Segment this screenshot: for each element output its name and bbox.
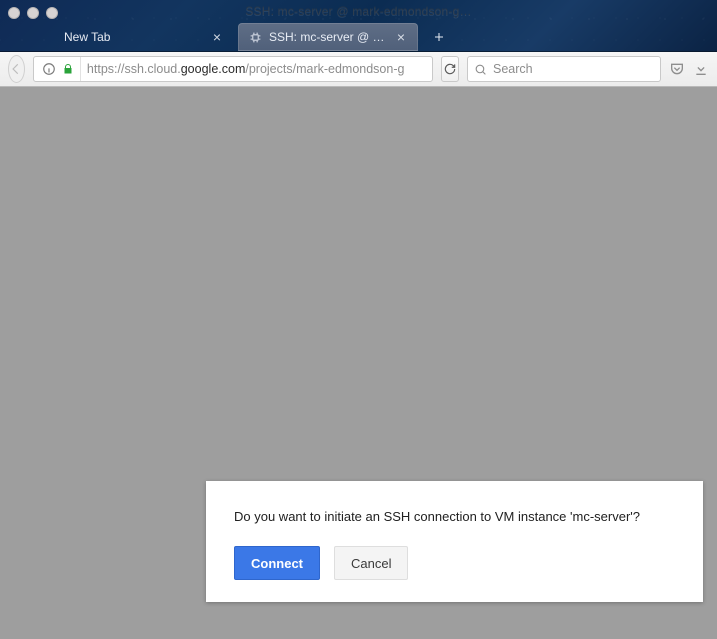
window-controls xyxy=(8,7,58,19)
search-bar[interactable] xyxy=(467,56,661,82)
address-bar[interactable]: https://ssh.cloud.google.com/projects/ma… xyxy=(33,56,433,82)
url-path: /projects/mark-edmondson-g xyxy=(245,62,404,76)
page-content: Do you want to initiate an SSH connectio… xyxy=(0,87,717,639)
tab-new-tab[interactable]: New Tab × xyxy=(54,23,234,51)
close-window-icon[interactable] xyxy=(8,7,20,19)
url-scheme: https:// xyxy=(87,62,125,76)
lock-icon xyxy=(62,63,74,75)
cancel-button[interactable]: Cancel xyxy=(334,546,408,580)
zoom-window-icon[interactable] xyxy=(46,7,58,19)
pocket-button[interactable] xyxy=(669,57,685,81)
close-tab-icon[interactable]: × xyxy=(394,30,408,44)
window-title: SSH: mc-server @ mark-edmondson-g… xyxy=(245,4,471,18)
url-subdomain: ssh.cloud. xyxy=(124,62,180,76)
titlebar: SSH: mc-server @ mark-edmondson-g… New T… xyxy=(0,0,717,52)
url-domain: google.com xyxy=(181,62,246,76)
back-button[interactable] xyxy=(8,55,25,83)
dialog-actions: Connect Cancel xyxy=(234,546,675,580)
tab-strip: New Tab × SSH: mc-server @ mark-ed… × xyxy=(54,21,452,51)
site-identity[interactable] xyxy=(38,57,81,81)
tab-ssh-mc-server[interactable]: SSH: mc-server @ mark-ed… × xyxy=(238,23,418,51)
ssh-connect-dialog: Do you want to initiate an SSH connectio… xyxy=(206,481,703,602)
url-text: https://ssh.cloud.google.com/projects/ma… xyxy=(81,62,405,76)
info-icon xyxy=(42,62,56,76)
tab-label: New Tab xyxy=(64,30,204,44)
downloads-button[interactable] xyxy=(693,57,709,81)
search-input[interactable] xyxy=(493,62,654,76)
minimize-window-icon[interactable] xyxy=(27,7,39,19)
navigation-toolbar: https://ssh.cloud.google.com/projects/ma… xyxy=(0,52,717,87)
dialog-message: Do you want to initiate an SSH connectio… xyxy=(234,509,675,524)
search-icon xyxy=(474,63,487,76)
tab-label: SSH: mc-server @ mark-ed… xyxy=(269,30,388,44)
new-tab-button[interactable] xyxy=(426,26,452,48)
connect-button[interactable]: Connect xyxy=(234,546,320,580)
reload-button[interactable] xyxy=(441,56,459,82)
close-tab-icon[interactable]: × xyxy=(210,30,224,44)
cpu-icon xyxy=(248,30,262,44)
